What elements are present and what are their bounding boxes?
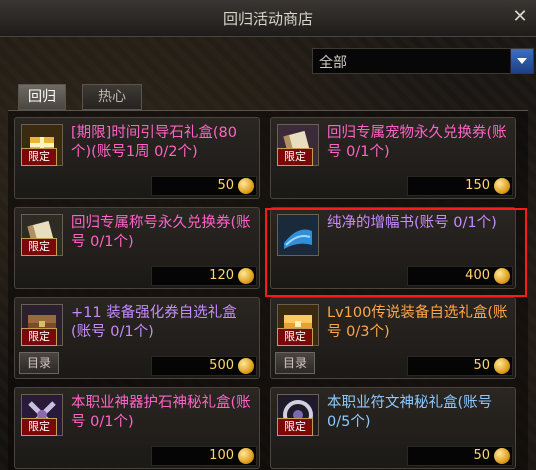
coin-icon (494, 358, 510, 374)
item-card[interactable]: 限定 目录 +11 装备强化券自选礼盒(账号 0/1个) 500 (14, 297, 260, 379)
price-value: 500 (209, 358, 234, 373)
coin-icon (238, 268, 254, 284)
item-grid-panel: 限定 [期限]时间引导石礼盒(80个)(账号1周 0/2个) 50 限定 回归专… (8, 110, 528, 470)
price-value: 400 (465, 268, 490, 283)
limited-badge: 限定 (21, 328, 57, 346)
coin-icon (238, 178, 254, 194)
item-name: 回归专属宠物永久兑换券(账号 0/1个) (327, 125, 507, 160)
coin-icon (494, 448, 510, 464)
coin-icon (238, 358, 254, 374)
item-name: [期限]时间引导石礼盒(80个)(账号1周 0/2个) (71, 125, 237, 160)
price-value: 50 (217, 178, 234, 193)
limited-badge: 限定 (277, 148, 313, 166)
tab-return[interactable]: 回归 (18, 84, 66, 110)
item-name: 回归专属称号永久兑换券(账号 0/1个) (71, 215, 251, 250)
price-value: 120 (209, 268, 234, 283)
item-name: 本职业神器护石神秘礼盒(账号 0/1个) (71, 395, 251, 430)
item-card[interactable]: 限定 回归专属称号永久兑换券(账号 0/1个) 120 (14, 207, 260, 289)
limited-badge: 限定 (277, 418, 313, 436)
catalog-button[interactable]: 目录 (19, 352, 59, 374)
price-value: 150 (465, 178, 490, 193)
price-box: 150 (407, 176, 513, 196)
book-icon (277, 214, 319, 256)
limited-badge: 限定 (21, 148, 57, 166)
limited-badge: 限定 (277, 328, 313, 346)
item-card[interactable]: 限定 回归专属宠物永久兑换券(账号 0/1个) 150 (270, 117, 516, 199)
price-value: 100 (209, 448, 234, 463)
coin-icon (494, 178, 510, 194)
item-name: +11 装备强化券自选礼盒(账号 0/1个) (71, 305, 237, 340)
item-card[interactable]: 限定 本职业符文神秘礼盒(账号 0/5个) 50 (270, 387, 516, 469)
price-box: 100 (151, 446, 257, 466)
limited-badge: 限定 (21, 238, 57, 256)
price-value: 50 (473, 448, 490, 463)
item-card[interactable]: 限定 目录 Lv100传说装备自选礼盒(账号 0/3个) 50 (270, 297, 516, 379)
catalog-button[interactable]: 目录 (275, 352, 315, 374)
close-icon[interactable]: ✕ (510, 7, 530, 27)
price-box: 50 (407, 446, 513, 466)
dropdown-arrow-icon[interactable] (510, 49, 533, 73)
item-card[interactable]: 限定 [期限]时间引导石礼盒(80个)(账号1周 0/2个) 50 (14, 117, 260, 199)
price-box: 50 (407, 356, 513, 376)
item-name: 纯净的增幅书(账号 0/1个) (327, 215, 497, 231)
tab-hot[interactable]: 热心 (82, 84, 142, 110)
coin-icon (238, 448, 254, 464)
title-bar[interactable]: 回归活动商店 ✕ (0, 0, 536, 37)
item-name: 本职业符文神秘礼盒(账号 0/5个) (327, 395, 493, 430)
price-box: 50 (151, 176, 257, 196)
price-box: 120 (151, 266, 257, 286)
window-title: 回归活动商店 (222, 10, 313, 28)
category-filter-dropdown[interactable]: 全部 (312, 48, 534, 74)
price-box: 500 (151, 356, 257, 376)
item-name: Lv100传说装备自选礼盒(账号 0/3个) (327, 305, 508, 340)
coin-icon (494, 268, 510, 284)
item-card[interactable]: 纯净的增幅书(账号 0/1个) 400 (270, 207, 516, 289)
filter-selected-value: 全部 (319, 55, 347, 71)
shop-window: 回归活动商店 ✕ 全部 回归 热心 限定 [期限]时间引导石礼盒(80个)(账号… (0, 0, 536, 470)
limited-badge: 限定 (21, 418, 57, 436)
price-box: 400 (407, 266, 513, 286)
item-card[interactable]: 限定 本职业神器护石神秘礼盒(账号 0/1个) 100 (14, 387, 260, 469)
price-value: 50 (473, 358, 490, 373)
